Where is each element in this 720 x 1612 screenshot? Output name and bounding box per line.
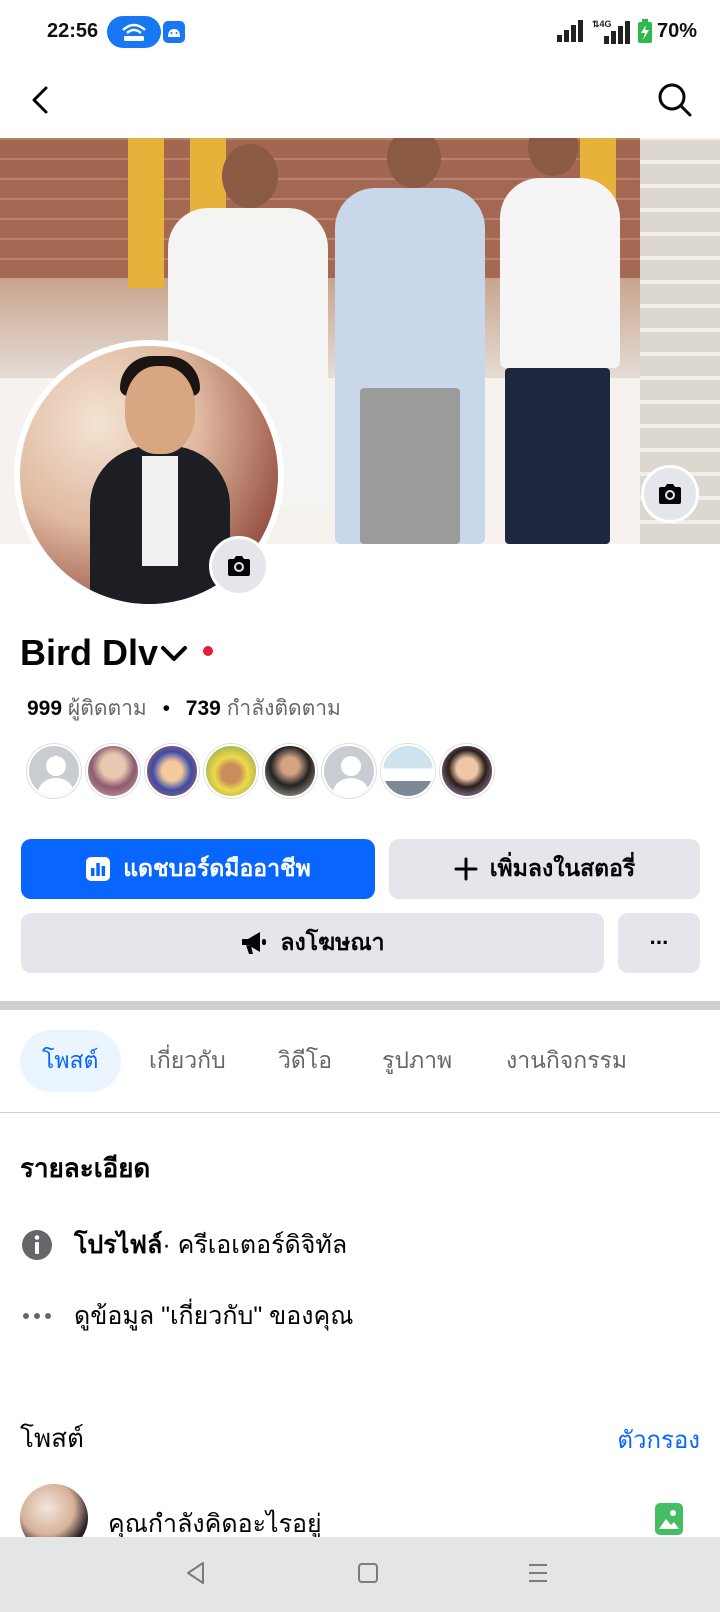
nav-menu-icon[interactable]: [526, 1559, 550, 1587]
profile-camera-icon[interactable]: [209, 536, 269, 596]
signal-4g-icon: ⇅4G: [592, 19, 630, 44]
advertise-label: ลงโฆษณา: [280, 929, 385, 955]
more-dots-icon: [20, 1311, 54, 1321]
tab-posts[interactable]: โพสต์: [20, 1030, 121, 1092]
tab-videos[interactable]: วิดีโอ: [278, 1030, 332, 1092]
battery-charging-icon: [638, 19, 652, 43]
tab-events[interactable]: งานกิจกรรม: [506, 1030, 627, 1092]
details-title: รายละเอียด: [20, 1153, 151, 1183]
nav-home-icon[interactable]: [356, 1559, 380, 1587]
svg-text:⇅4G: ⇅4G: [592, 19, 612, 29]
friend-avatar[interactable]: [145, 744, 199, 798]
profile-category-row: โปรไฟล์ · ครีเอเตอร์ดิจิทัล: [20, 1225, 347, 1265]
friend-avatar[interactable]: [86, 744, 140, 798]
stats-separator: •: [162, 697, 170, 720]
nav-back-icon[interactable]: [183, 1559, 209, 1587]
posts-filter-link[interactable]: ตัวกรอง: [617, 1420, 700, 1459]
profile-name: Bird Dlv: [20, 632, 159, 673]
android-icon: [163, 21, 185, 43]
friend-avatar[interactable]: [381, 744, 435, 798]
friend-avatar[interactable]: [322, 744, 376, 798]
profile-category: · ครีเอเตอร์ดิจิทัล: [162, 1231, 348, 1259]
bar-chart-icon: [85, 856, 111, 882]
more-dots-icon: ···: [649, 930, 670, 955]
section-divider: [0, 1001, 720, 1010]
professional-dashboard-button[interactable]: แดชบอร์ดมืออาชีพ: [21, 839, 375, 899]
online-status-dot: [203, 646, 213, 656]
chevron-down-icon[interactable]: [159, 642, 189, 666]
follow-stats[interactable]: 999 ผู้ติดตาม • 739 กำลังติดตาม: [27, 692, 341, 725]
info-icon: [20, 1229, 54, 1261]
back-arrow-icon[interactable]: [22, 80, 62, 120]
friend-avatar[interactable]: [263, 744, 317, 798]
android-nav-bar: [0, 1537, 720, 1612]
profile-type-label: โปรไฟล์: [74, 1231, 163, 1259]
status-time: 22:56: [47, 20, 99, 42]
more-options-button[interactable]: ···: [618, 913, 700, 973]
status-bar: 22:56 ⇅4G 70%: [0, 0, 720, 64]
friend-avatar[interactable]: [440, 744, 494, 798]
see-about-row[interactable]: ดูข้อมูล "เกี่ยวกับ" ของคุณ: [20, 1296, 353, 1336]
add-to-story-button[interactable]: เพิ่มลงในสตอรี่: [389, 839, 700, 899]
plus-icon: [454, 857, 478, 881]
add-to-story-label: เพิ่มลงในสตอรี่: [489, 855, 636, 881]
posts-title: โพสต์: [20, 1423, 84, 1453]
photo-icon[interactable]: [655, 1503, 683, 1535]
see-about-label: ดูข้อมูล "เกี่ยวกับ" ของคุณ: [74, 1302, 354, 1330]
cover-camera-icon[interactable]: [641, 465, 699, 523]
friend-avatar[interactable]: [204, 744, 258, 798]
following-label: กำลังติดตาม: [226, 697, 341, 720]
top-nav: [0, 64, 720, 138]
tab-about[interactable]: เกี่ยวกับ: [149, 1030, 226, 1092]
followers-count: 999: [27, 697, 63, 720]
profile-tabs: โพสต์ เกี่ยวกับ วิดีโอ รูปภาพ งานกิจกรรม: [0, 1010, 720, 1113]
followers-label: ผู้ติดตาม: [67, 697, 147, 720]
friend-avatar[interactable]: [27, 744, 81, 798]
megaphone-icon: [240, 930, 268, 956]
following-count: 739: [185, 697, 221, 720]
advertise-button[interactable]: ลงโฆษณา: [21, 913, 604, 973]
tab-photos[interactable]: รูปภาพ: [382, 1030, 452, 1092]
hotspot-icon: [107, 16, 161, 48]
battery-percent: 70%: [657, 20, 698, 42]
professional-dashboard-label: แดชบอร์ดมืออาชีพ: [123, 855, 311, 881]
search-icon[interactable]: [655, 80, 695, 120]
signal-icon: [557, 20, 583, 42]
